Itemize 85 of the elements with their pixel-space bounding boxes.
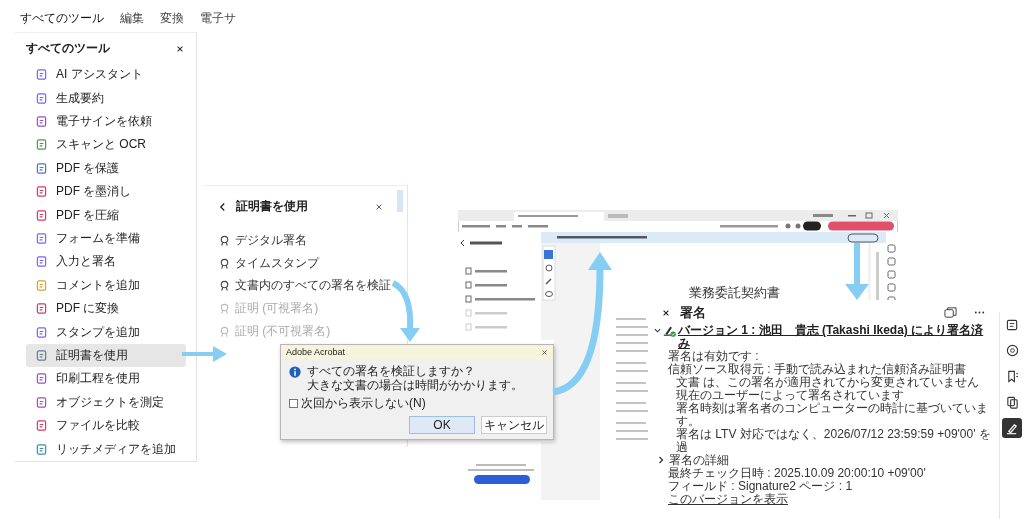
document-icon bbox=[36, 420, 47, 432]
document-title: 業務委託契約書 bbox=[687, 284, 781, 302]
scrollbar[interactable] bbox=[397, 190, 403, 212]
tab[interactable]: 電子サ bbox=[198, 6, 238, 35]
panel-title: すべてのツール bbox=[26, 40, 110, 57]
document-icon bbox=[36, 256, 47, 268]
detail-text: フィールド : Signature2 ページ : 1 bbox=[668, 480, 853, 493]
seal-icon bbox=[219, 234, 230, 246]
signature-pen-icon bbox=[1005, 421, 1019, 435]
document-icon bbox=[36, 92, 47, 104]
tool-item[interactable]: コメントを追加 bbox=[26, 273, 186, 298]
close-icon[interactable] bbox=[375, 202, 383, 211]
seal-icon bbox=[219, 257, 230, 269]
seal-icon bbox=[219, 325, 230, 337]
detail-text: 署名は LTV 対応ではなく、2026/07/12 23:59:59 +09'00' を過 bbox=[676, 428, 992, 454]
tool-item[interactable]: PDF を保護 bbox=[26, 156, 186, 181]
document-icon bbox=[36, 279, 47, 291]
document-icon bbox=[36, 116, 47, 127]
document-icon bbox=[36, 139, 47, 151]
detail-text: 署名は有効です : bbox=[668, 350, 759, 363]
detail-text: 現在のユーザーによって署名されています bbox=[676, 389, 904, 402]
document-icon bbox=[36, 69, 47, 81]
detail-text[interactable]: 署名の詳細 bbox=[669, 454, 729, 467]
tool-item[interactable]: 電子サインを依頼 bbox=[26, 109, 186, 134]
view-version-link[interactable]: このバージョンを表示 bbox=[668, 493, 788, 506]
document-icon bbox=[36, 373, 47, 385]
document-icon bbox=[36, 233, 47, 245]
tool-item[interactable]: PDF に変換 bbox=[26, 297, 186, 321]
info-icon bbox=[289, 366, 301, 378]
close-icon[interactable] bbox=[662, 308, 670, 317]
seal-icon bbox=[219, 280, 230, 292]
document-icon bbox=[1005, 317, 1019, 331]
arrow bbox=[182, 346, 227, 362]
tool-item[interactable]: 印刷工程を使用 bbox=[26, 367, 186, 391]
detail-text: 文書 は、この署名が適用されてから変更されていません bbox=[676, 376, 980, 389]
panel-title: 署名 bbox=[680, 303, 706, 322]
arrow bbox=[391, 280, 420, 342]
tool-item[interactable]: オブジェクトを測定 bbox=[26, 390, 186, 415]
dialog-title: Adobe Acrobat bbox=[286, 347, 346, 357]
document-icon bbox=[36, 303, 47, 315]
document-icon bbox=[36, 209, 47, 221]
message-text: すべての署名を検証しますか？ bbox=[307, 364, 476, 378]
chevron-icon[interactable] bbox=[654, 327, 661, 334]
chevron-icon[interactable] bbox=[657, 456, 665, 464]
panel-title: 証明書を使用 bbox=[236, 198, 309, 215]
certificate-item[interactable]: タイムスタンプ bbox=[203, 251, 407, 275]
tab[interactable]: 変換 bbox=[158, 6, 186, 35]
document-icon bbox=[36, 162, 47, 174]
tool-item[interactable]: フォームを準備 bbox=[26, 226, 186, 251]
detail-text: 署名時刻は署名者のコンピューターの時計に基づいています。 bbox=[676, 402, 989, 428]
pages-icon bbox=[1005, 395, 1019, 409]
toolbar-button[interactable] bbox=[1002, 418, 1022, 438]
tool-item[interactable]: ファイルを比較 bbox=[26, 414, 186, 438]
cards-icon[interactable] bbox=[944, 306, 957, 319]
tool-item[interactable]: スタンプを追加 bbox=[26, 320, 186, 344]
bookmark-icon bbox=[1005, 369, 1019, 383]
tool-item[interactable]: 生成要約 bbox=[26, 86, 186, 110]
document-icon bbox=[36, 186, 47, 198]
tool-item[interactable]: リッチメディアを追加 bbox=[26, 437, 186, 461]
signature-link[interactable]: バージョン 1 : 池田 貴志 (Takashi Ikeda) により署名済み bbox=[678, 324, 992, 350]
certificate-item[interactable]: 文書内のすべての署名を検証 bbox=[203, 274, 407, 298]
tool-item[interactable]: スキャンと OCR bbox=[26, 133, 186, 157]
tool-item[interactable]: PDF を墨消し bbox=[26, 180, 186, 204]
close-icon[interactable] bbox=[176, 44, 184, 53]
signature-pen-icon bbox=[663, 324, 676, 337]
seal-icon bbox=[219, 302, 230, 314]
tab[interactable]: 編集 bbox=[118, 6, 146, 35]
tool-item[interactable]: PDF を圧縮 bbox=[26, 203, 186, 227]
checkbox[interactable] bbox=[289, 399, 298, 408]
checkbox-label[interactable]: 次回から表示しない(N) bbox=[301, 395, 426, 412]
tool-item[interactable]: 証明書を使用 bbox=[26, 343, 186, 368]
ok-button[interactable]: OK bbox=[409, 416, 475, 434]
document-icon bbox=[36, 396, 47, 408]
message-text: 大きな文書の場合は時間がかかります。 bbox=[307, 378, 523, 392]
cancel-button[interactable]: キャンセル bbox=[481, 416, 547, 434]
tool-item[interactable]: 入力と署名 bbox=[26, 250, 186, 274]
arrow bbox=[845, 243, 869, 300]
detail-text: 最終チェック日時 : 2025.10.09 20:00:10 +09'00' bbox=[668, 467, 926, 480]
certificate-item[interactable]: デジタル署名 bbox=[203, 229, 407, 252]
document-icon bbox=[36, 326, 47, 338]
document-icon bbox=[36, 443, 47, 455]
document-icon bbox=[36, 350, 47, 362]
back-icon[interactable] bbox=[219, 201, 226, 212]
detail-text: 信頼ソース取得元 : 手動で読み込まれた信頼済み証明書 bbox=[668, 363, 966, 376]
tool-item[interactable]: AI アシスタント bbox=[26, 63, 186, 87]
